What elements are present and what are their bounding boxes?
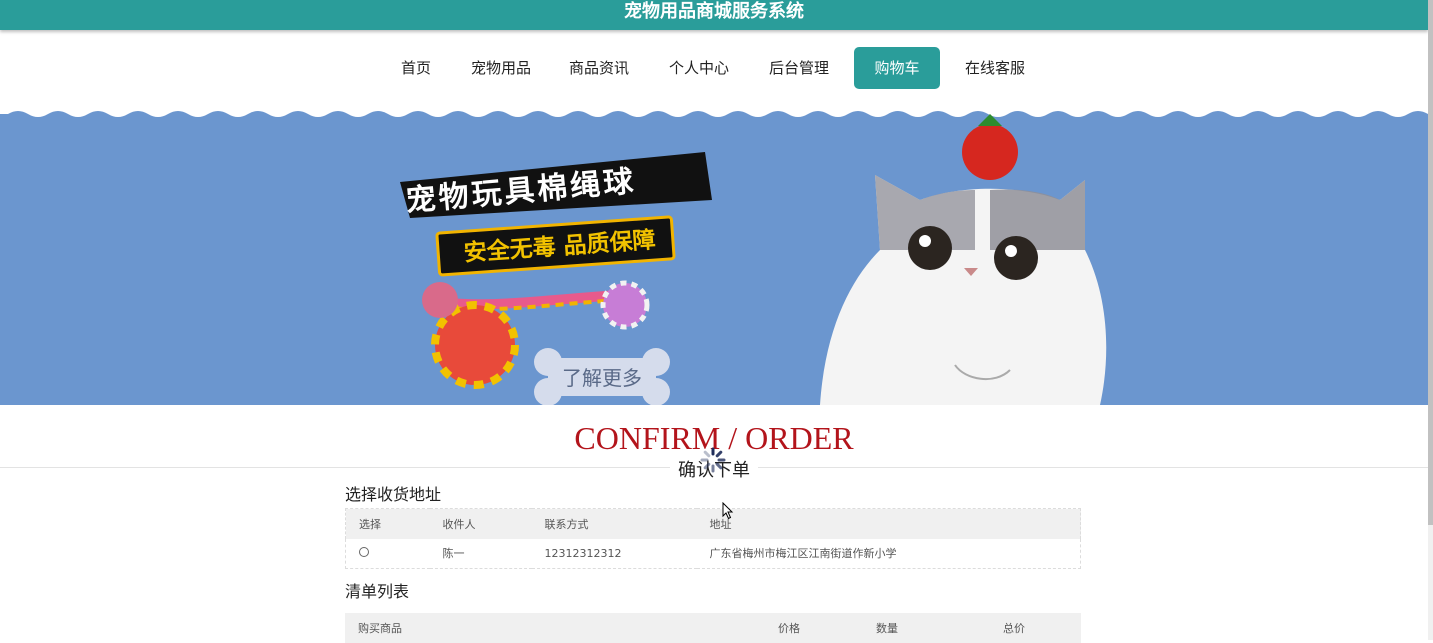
address-cell: 广东省梅州市梅江区江南街道作新小学: [709, 547, 897, 561]
nav-item-cart[interactable]: 购物车: [854, 47, 940, 89]
nav-item-customer-service[interactable]: 在线客服: [954, 47, 1036, 89]
column-header-price: 价格: [765, 613, 863, 643]
page-scrollbar[interactable]: [1428, 0, 1433, 640]
column-header-recipient: 收件人: [429, 508, 532, 539]
learn-more-button[interactable]: 了解更多: [548, 362, 656, 391]
column-header-quantity: 数量: [863, 613, 990, 643]
column-header-address: 地址: [696, 508, 1081, 539]
nav-item-admin[interactable]: 后台管理: [758, 47, 840, 89]
recipient-cell: 陈一: [442, 547, 465, 561]
address-radio[interactable]: [359, 546, 369, 557]
app-header: 宠物用品商城服务系统: [0, 0, 1428, 30]
scrollbar-thumb[interactable]: [1428, 0, 1433, 525]
order-table: 购买商品 价格 数量 总价: [345, 613, 1081, 643]
phone-cell: 12312312312: [544, 546, 622, 560]
address-section-title: 选择收货地址: [345, 485, 442, 504]
column-header-phone: 联系方式: [531, 508, 697, 539]
mouse-cursor-icon: [722, 502, 734, 520]
app-title: 宠物用品商城服务系统: [624, 1, 804, 22]
main-nav: 首页 宠物用品 商品资讯 个人中心 后台管理 购物车 在线客服: [0, 30, 1428, 110]
nav-item-news[interactable]: 商品资讯: [558, 47, 640, 89]
loading-spinner-icon: [700, 447, 726, 473]
order-list-title: 清单列表: [345, 582, 410, 601]
hero-banner[interactable]: 宠物玩具棉绳球 安全无毒 品质保障 了解更多: [0, 100, 1428, 406]
address-table: 选择 收件人 联系方式 地址 陈一 12312312312 广东省梅州市梅江区江…: [345, 508, 1081, 569]
address-radio-cell[interactable]: [346, 539, 430, 569]
nav-item-pet-supplies[interactable]: 宠物用品: [460, 47, 542, 89]
address-table-header: 选择 收件人 联系方式 地址: [345, 508, 1081, 539]
nav-item-home[interactable]: 首页: [390, 47, 442, 89]
column-header-total: 总价: [990, 613, 1081, 643]
column-header-product: 购买商品: [345, 613, 765, 643]
nav-item-user-center[interactable]: 个人中心: [658, 47, 740, 89]
order-table-header: 购买商品 价格 数量 总价: [345, 613, 1081, 643]
table-row[interactable]: 陈一 12312312312 广东省梅州市梅江区江南街道作新小学: [346, 539, 1081, 569]
column-header-select: 选择: [345, 508, 430, 539]
banner-artwork: [0, 100, 1428, 406]
